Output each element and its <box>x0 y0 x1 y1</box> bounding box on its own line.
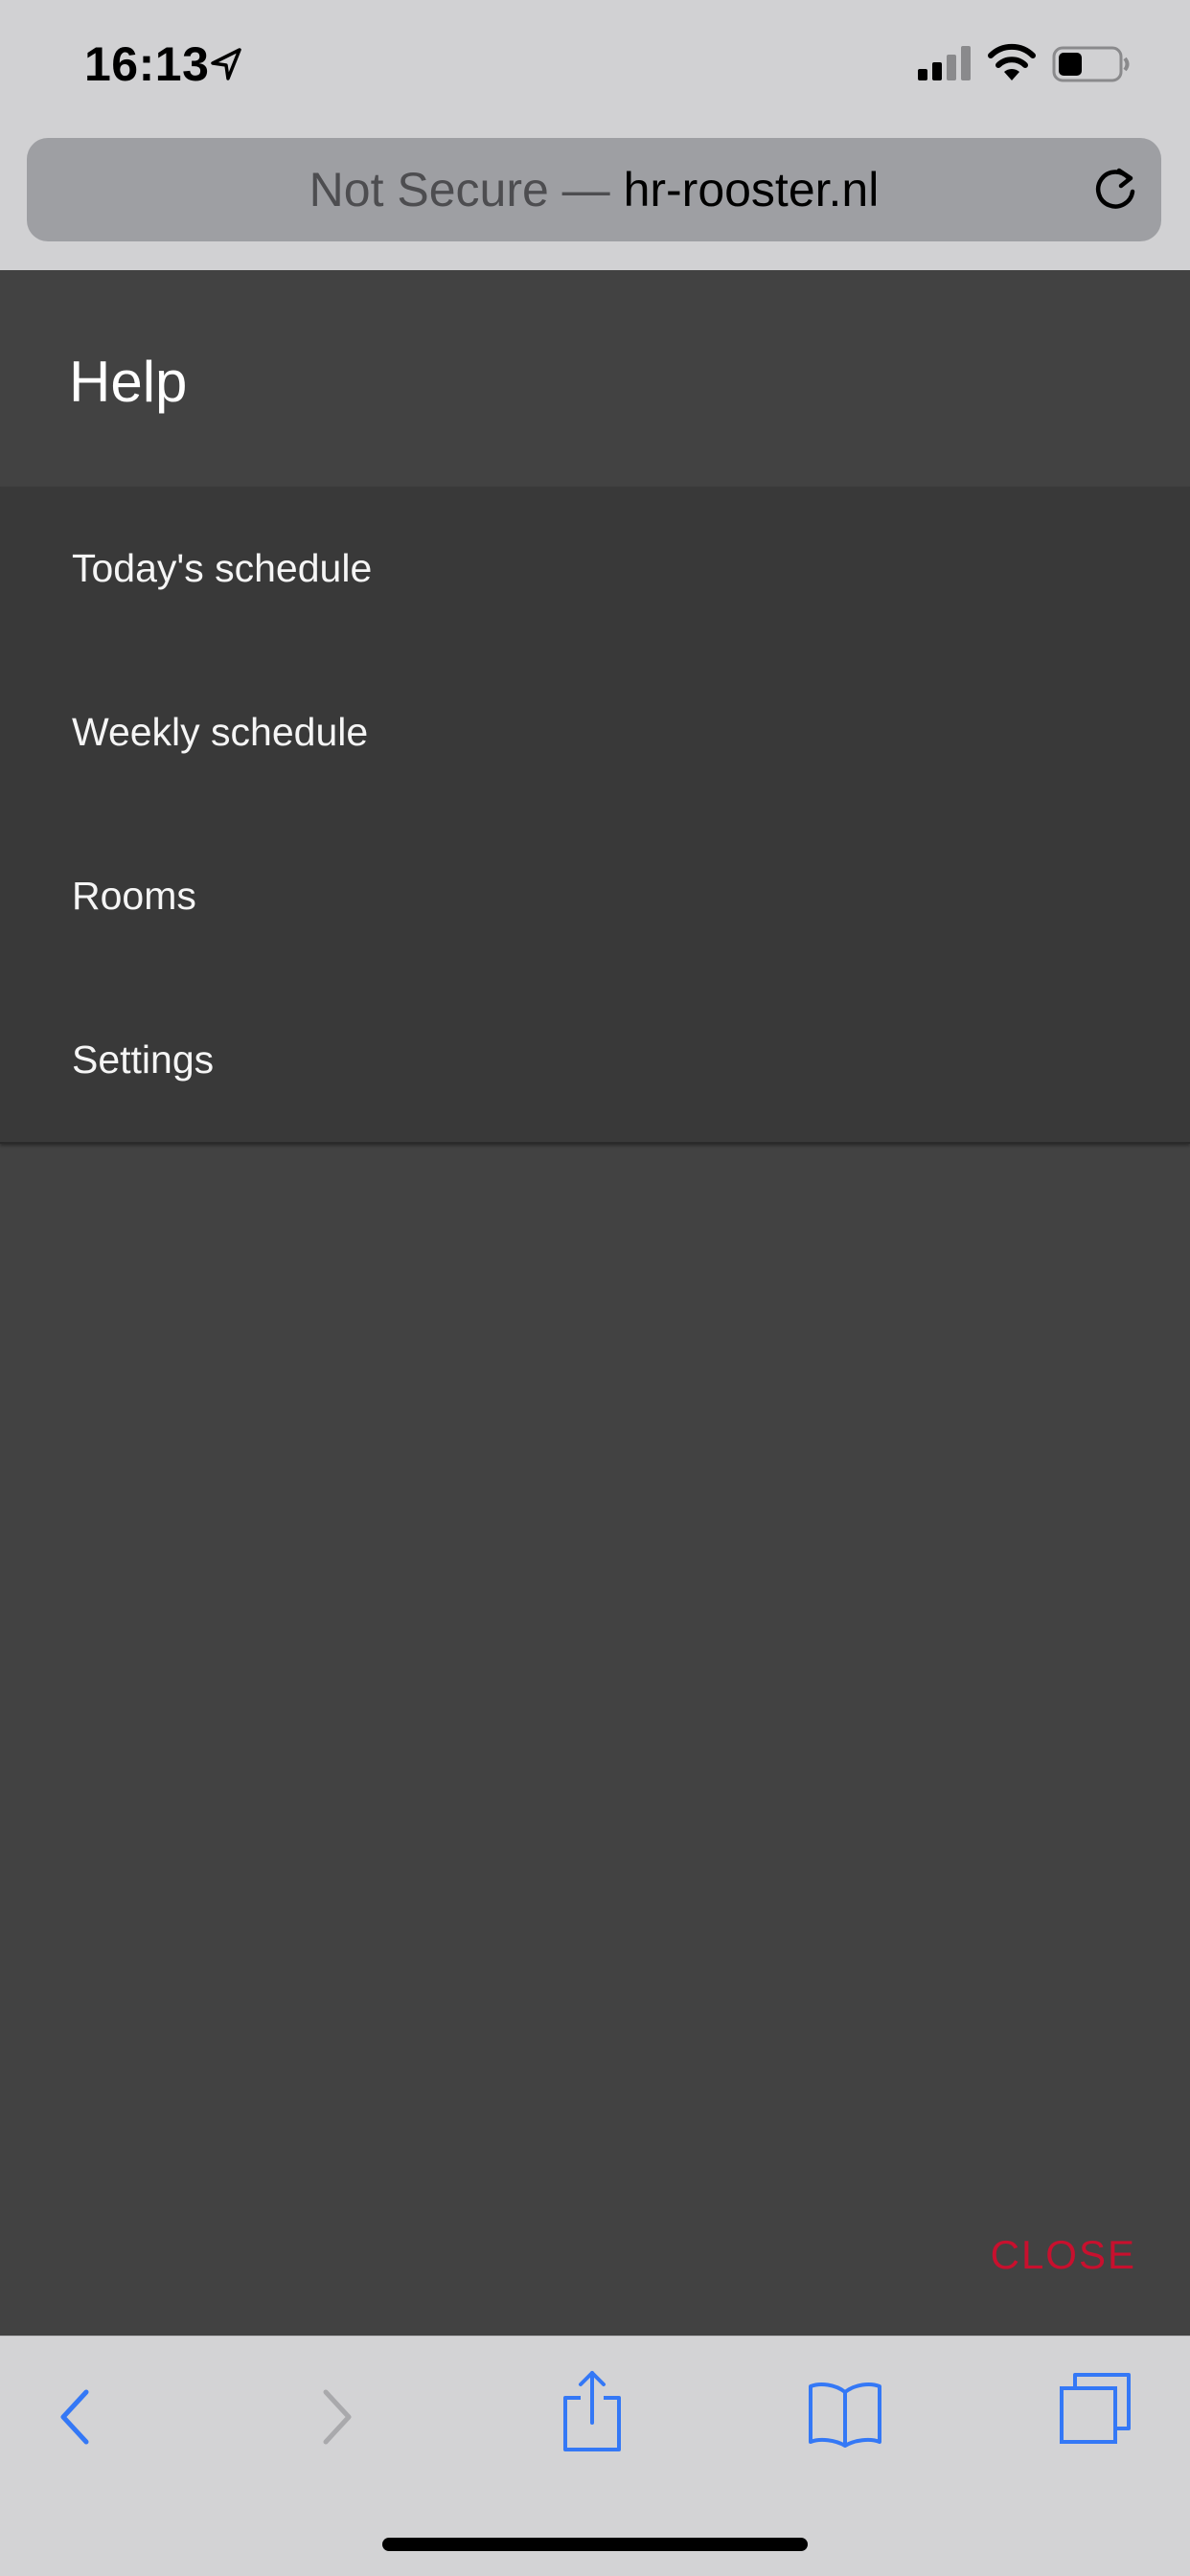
share-icon[interactable] <box>561 2369 623 2451</box>
menu-item-label: Weekly schedule <box>72 710 369 754</box>
cellular-signal-icon <box>918 46 971 80</box>
menu-item-label: Today's schedule <box>72 546 373 590</box>
menu-item-settings[interactable]: Settings <box>0 978 1190 1142</box>
menu-item-todays-schedule[interactable]: Today's schedule <box>0 487 1190 650</box>
location-arrow-icon <box>211 48 241 80</box>
menu-item-label: Rooms <box>72 874 196 918</box>
forward-icon[interactable] <box>318 2386 356 2448</box>
tabs-icon[interactable] <box>1058 2371 1133 2446</box>
help-header: Help <box>0 270 1190 487</box>
page-title: Help <box>69 350 188 414</box>
address-bar-area: Not Secure — hr-rooster.nl <box>0 134 1190 270</box>
wifi-icon <box>988 43 1036 80</box>
url-security-label: Not Secure — <box>309 163 624 217</box>
menu-item-label: Settings <box>72 1037 215 1082</box>
address-bar[interactable]: Not Secure — hr-rooster.nl <box>27 138 1161 241</box>
menu-item-rooms[interactable]: Rooms <box>0 814 1190 978</box>
close-button[interactable]: CLOSE <box>991 2232 1136 2278</box>
back-icon[interactable] <box>56 2386 94 2448</box>
home-indicator <box>382 2538 808 2551</box>
bookmarks-icon[interactable] <box>807 2379 883 2448</box>
status-time: 16:13 <box>84 37 210 91</box>
battery-icon <box>1052 46 1130 82</box>
menu-item-weekly-schedule[interactable]: Weekly schedule <box>0 650 1190 814</box>
status-bar: 16:13 <box>0 0 1190 134</box>
url-text: Not Secure — hr-rooster.nl <box>27 138 1161 241</box>
url-domain: hr-rooster.nl <box>623 163 880 217</box>
reload-icon[interactable] <box>1090 165 1140 215</box>
help-menu: Today's schedule Weekly schedule Rooms S… <box>0 487 1190 1144</box>
